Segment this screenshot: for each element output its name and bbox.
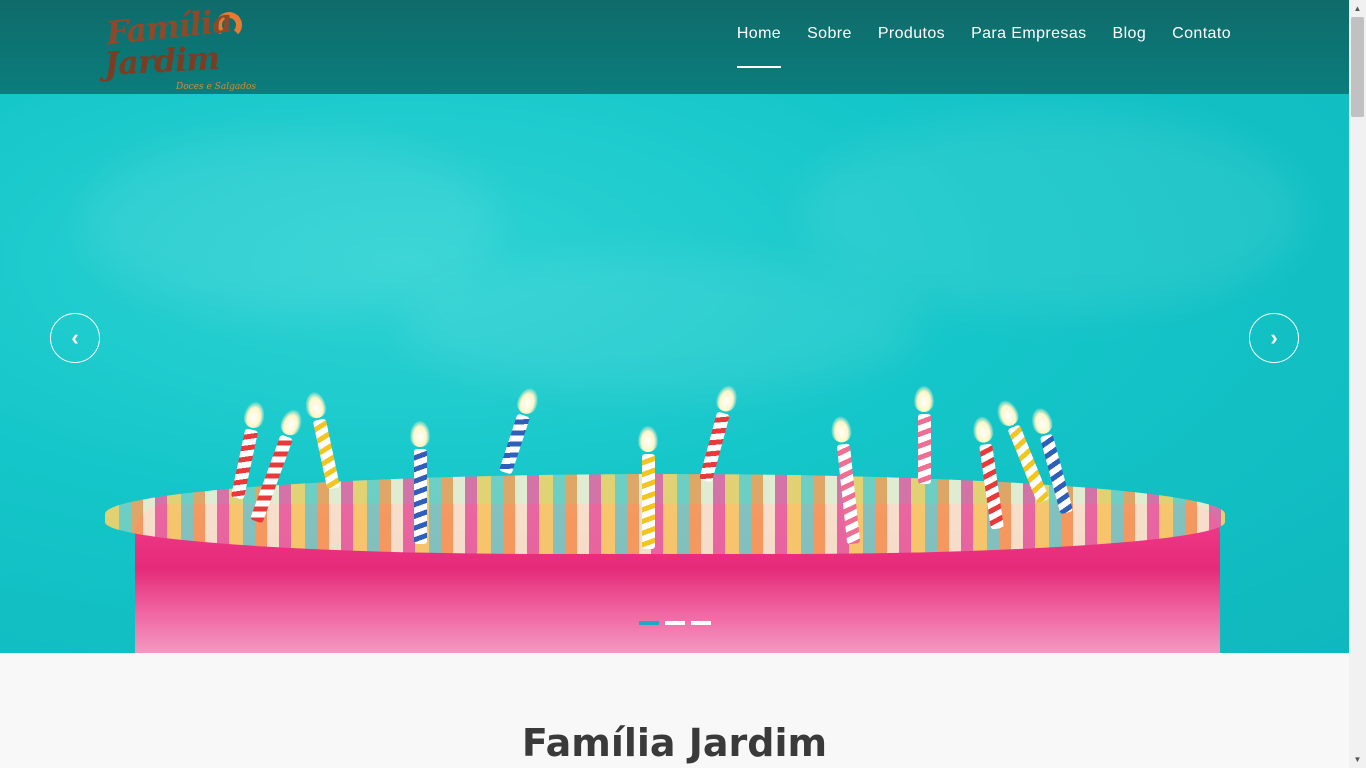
- chevron-right-icon: ›: [1270, 325, 1278, 350]
- nav-item-para-empresas[interactable]: Para Empresas: [971, 0, 1086, 68]
- candle-image: [303, 390, 341, 490]
- scroll-down-icon[interactable]: ▼: [1349, 751, 1366, 768]
- scrollbar-thumb[interactable]: [1351, 17, 1364, 117]
- scroll-up-icon[interactable]: ▲: [1349, 0, 1366, 17]
- main-nav: Home Sobre Produtos Para Empresas Blog C…: [711, 0, 1231, 94]
- nav-item-contato[interactable]: Contato: [1172, 0, 1231, 68]
- site-header: Família Jardim Doces e Salgados Home Sob…: [0, 0, 1349, 94]
- slider-prev-button[interactable]: ‹: [50, 313, 100, 363]
- hero-slider: [0, 94, 1349, 653]
- candle-image: [699, 383, 740, 483]
- slider-next-button[interactable]: ›: [1249, 313, 1299, 363]
- nav-item-sobre[interactable]: Sobre: [807, 0, 852, 68]
- nav-item-produtos[interactable]: Produtos: [878, 0, 945, 68]
- site-logo[interactable]: Família Jardim Doces e Salgados: [100, 2, 260, 94]
- slider-pagination: [639, 621, 717, 625]
- candle-image: [638, 426, 658, 549]
- slider-dot-2[interactable]: [665, 621, 685, 625]
- slider-dot-1[interactable]: [639, 621, 659, 625]
- nav-item-blog[interactable]: Blog: [1113, 0, 1147, 68]
- candle-image: [499, 385, 542, 475]
- page-heading: Família Jardim: [521, 721, 828, 765]
- main-content: Família Jardim: [0, 653, 1349, 768]
- slider-dot-3[interactable]: [691, 621, 711, 625]
- candle-image: [914, 386, 934, 484]
- logo-text-line2: Jardim: [103, 39, 221, 83]
- page-scrollbar[interactable]: ▲ ▼: [1349, 0, 1366, 768]
- logo-tagline: Doces e Salgados: [176, 82, 257, 92]
- candle-image: [410, 421, 430, 544]
- hero-cloud: [400, 254, 920, 394]
- chevron-left-icon: ‹: [71, 325, 79, 350]
- nav-item-home[interactable]: Home: [736, 0, 782, 68]
